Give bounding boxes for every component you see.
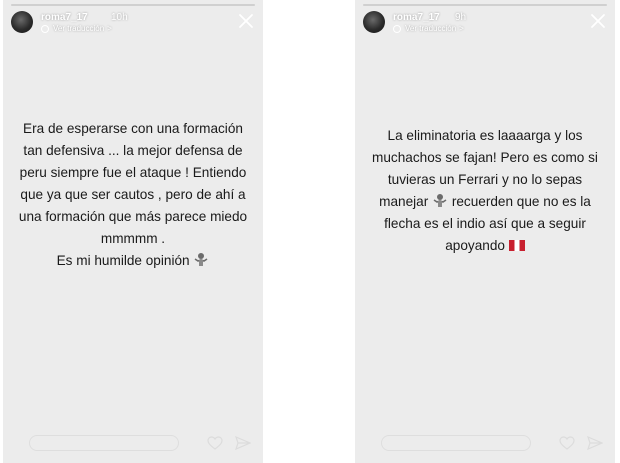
text-line: manejar recuerden que no es la xyxy=(365,191,605,213)
text-fragment: recuerden que no es la xyxy=(451,194,591,209)
globe-icon xyxy=(393,24,401,33)
text-line: mmmmm . xyxy=(100,231,166,246)
post-time: 10h xyxy=(111,12,128,23)
send-icon[interactable] xyxy=(235,435,251,451)
translate-label: Ver traducción xyxy=(405,24,457,33)
translate-label: Ver traducción xyxy=(53,24,105,33)
story-header: roma7_17 9h Ver traducción > xyxy=(363,11,607,35)
heart-icon[interactable] xyxy=(559,436,575,450)
text-line: que ya que ser cautos , pero de ahí a xyxy=(20,187,246,202)
chevron-right-icon: > xyxy=(459,24,464,33)
send-icon[interactable] xyxy=(587,435,603,451)
story-header: roma7_17 10h Ver traducción > xyxy=(11,11,255,35)
text-fragment: Es mi humilde opinión xyxy=(56,253,190,268)
peru-flag-icon xyxy=(508,240,525,251)
reply-input[interactable] xyxy=(29,435,179,451)
story-right[interactable]: roma7_17 9h Ver traducción > La eliminat… xyxy=(355,0,615,463)
story-footer xyxy=(3,433,263,453)
story-progress-bar xyxy=(11,4,255,6)
text-line: una formación que más parece miedo xyxy=(18,209,248,224)
close-icon[interactable] xyxy=(589,12,607,30)
text-line: Es mi humilde opinión xyxy=(13,250,253,272)
text-line: tuvieras un Ferrari y no lo sepas xyxy=(387,172,583,187)
text-line: apoyando xyxy=(365,235,605,257)
username[interactable]: roma7_17 xyxy=(41,12,88,23)
text-line: muchachos se fajan! Pero es como si xyxy=(372,150,598,165)
text-line: Era de esperarse con una formación xyxy=(23,121,243,136)
text-fragment: manejar xyxy=(379,194,429,209)
reply-input[interactable] xyxy=(381,435,531,451)
shrug-icon xyxy=(194,253,208,266)
text-line: La eliminatoria es laaaarga y los xyxy=(387,128,583,143)
story-text: Era de esperarse con una formación tan d… xyxy=(13,118,253,272)
text-line: tan defensiva ... la mejor defensa de xyxy=(23,143,243,158)
text-fragment: apoyando xyxy=(445,238,505,253)
story-footer xyxy=(355,433,615,453)
shrug-icon xyxy=(433,194,447,207)
avatar[interactable] xyxy=(363,11,385,33)
story-left[interactable]: roma7_17 10h Ver traducción > Era de esp… xyxy=(3,0,263,463)
text-line: peru siempre fue el ataque ! Entiendo xyxy=(19,165,247,180)
heart-icon[interactable] xyxy=(207,436,223,450)
text-line: flecha es el indio así que a seguir xyxy=(384,216,586,231)
globe-icon xyxy=(41,24,49,33)
story-text: La eliminatoria es laaaarga y los muchac… xyxy=(365,125,605,257)
story-progress-bar xyxy=(363,4,607,6)
chevron-right-icon: > xyxy=(107,24,112,33)
translate-link[interactable]: Ver traducción > xyxy=(393,24,464,33)
post-time: 9h xyxy=(455,12,467,23)
avatar[interactable] xyxy=(11,11,33,33)
translate-link[interactable]: Ver traducción > xyxy=(41,24,112,33)
username[interactable]: roma7_17 xyxy=(393,12,440,23)
close-icon[interactable] xyxy=(237,12,255,30)
